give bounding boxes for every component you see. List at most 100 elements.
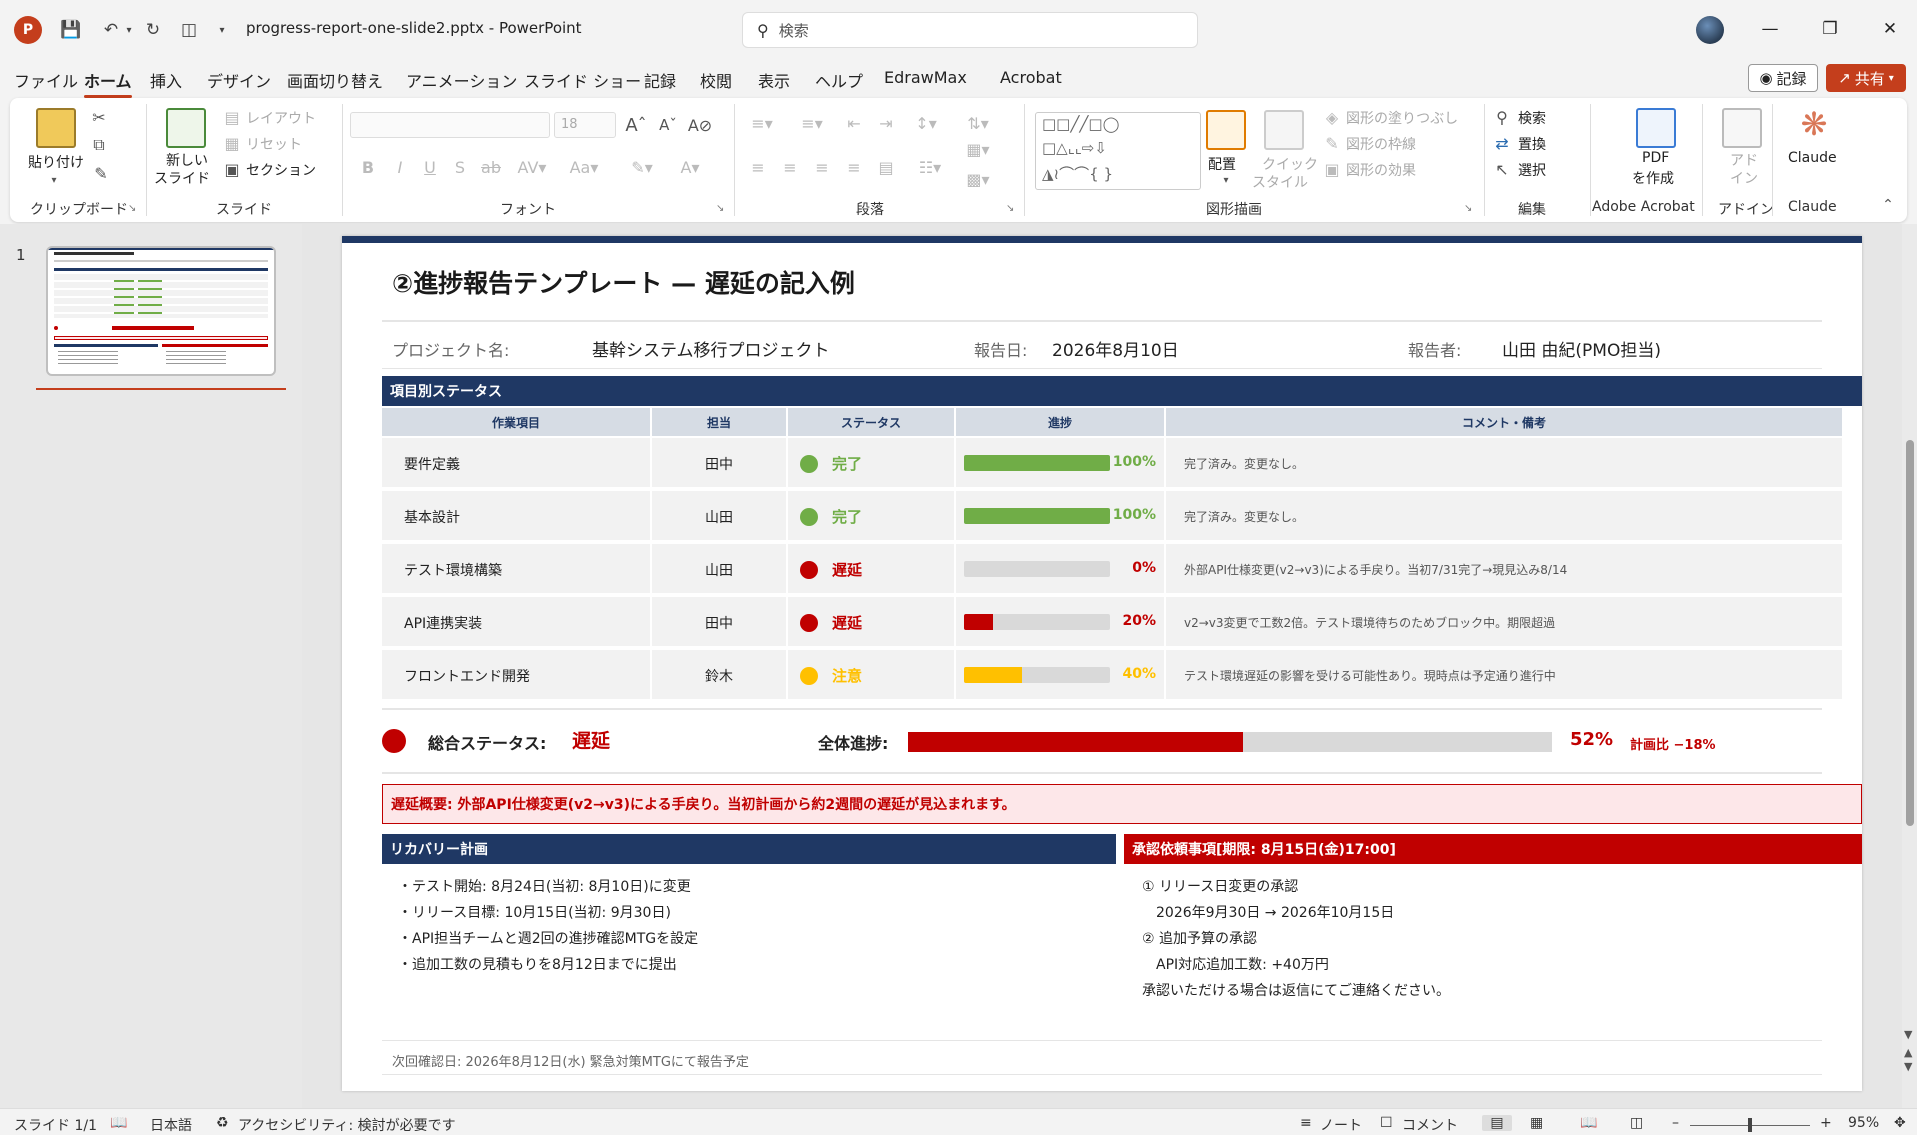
close-icon[interactable]: ✕ (1870, 14, 1910, 44)
chevron-down-icon[interactable]: ▾ (44, 172, 64, 188)
record-button[interactable]: ◉ 記録 (1748, 64, 1818, 92)
minimize-icon[interactable]: — (1750, 14, 1790, 44)
replace-button[interactable]: 置換 (1518, 134, 1546, 154)
format-painter-icon[interactable]: ✎ (90, 162, 112, 184)
paste-icon[interactable] (36, 108, 76, 148)
shape-effect-icon[interactable]: ▣ (1322, 160, 1342, 179)
replace-icon[interactable]: ⇄ (1492, 134, 1512, 153)
quick-style-button[interactable]: クイック (1262, 154, 1318, 174)
arrange-button[interactable]: 配置 (1208, 154, 1236, 174)
dialog-launcher-icon[interactable]: ↘ (1006, 203, 1014, 214)
strikethrough-icon[interactable]: ab (480, 156, 502, 178)
font-size-select[interactable]: 18 (554, 112, 616, 138)
tab-file[interactable]: ファイル (14, 68, 78, 92)
justify-icon[interactable]: ≡ (842, 156, 866, 178)
avatar[interactable] (1696, 16, 1724, 44)
addins-button[interactable]: アド (1730, 150, 1758, 170)
language-indicator[interactable]: 日本語 (150, 1115, 192, 1135)
redo-icon[interactable]: ↻ (140, 18, 166, 42)
tab-view[interactable]: 表示 (758, 68, 790, 92)
tab-animations[interactable]: アニメーション (406, 68, 517, 92)
tab-acrobat[interactable]: Acrobat (1000, 68, 1062, 87)
slideshow-view-icon[interactable]: ◫ (1630, 1115, 1643, 1131)
save-icon[interactable]: 💾 (58, 18, 84, 42)
tab-review[interactable]: 校閲 (700, 68, 732, 92)
search-box[interactable]: ⚲ 検索 (742, 12, 1198, 48)
italic-icon[interactable]: I (390, 156, 410, 178)
zoom-out-icon[interactable]: – (1672, 1115, 1679, 1131)
tab-record[interactable]: 記録 (644, 68, 676, 92)
underline-icon[interactable]: U (420, 156, 440, 178)
search-input[interactable]: 検索 (779, 20, 809, 41)
customize-toolbar-icon[interactable]: ▾ (214, 18, 230, 42)
shape-fill-icon[interactable]: ◈ (1322, 108, 1342, 127)
font-name-select[interactable] (350, 112, 550, 138)
accessibility-status[interactable]: アクセシビリティ: 検討が必要です (238, 1115, 456, 1135)
copy-icon[interactable]: ⧉ (88, 134, 110, 156)
create-pdf-button[interactable]: PDF (1642, 150, 1669, 166)
notes-button[interactable]: ノート (1320, 1115, 1362, 1135)
notes-icon[interactable]: ≡ (1300, 1115, 1312, 1131)
zoom-level[interactable]: 95% (1848, 1115, 1879, 1131)
tab-slideshow[interactable]: スライド ショー (524, 68, 641, 92)
numbering-icon[interactable]: ≡▾ (792, 112, 832, 134)
dialog-launcher-icon[interactable]: ↘ (716, 203, 724, 214)
clear-formatting-icon[interactable]: A⊘ (688, 112, 712, 138)
next-slide-icon[interactable]: ▼ (1904, 1060, 1912, 1073)
find-button[interactable]: 検索 (1518, 108, 1546, 128)
scroll-down-icon[interactable]: ▼ (1904, 1028, 1912, 1041)
reading-view-icon[interactable]: 📖 (1580, 1115, 1597, 1131)
tab-insert[interactable]: 挿入 (150, 68, 182, 92)
shape-fill-button[interactable]: 図形の塗りつぶし (1346, 108, 1458, 128)
select-icon[interactable]: ↖ (1492, 160, 1512, 179)
align-center-icon[interactable]: ≡ (778, 156, 802, 178)
undo-dropdown-icon[interactable]: ▾ (122, 18, 136, 42)
collapse-ribbon-icon[interactable]: ⌃ (1878, 196, 1898, 214)
find-icon[interactable]: ⚲ (1492, 108, 1512, 127)
shapes-gallery[interactable]: □□╱╱□◯ □△⌞⌞⇨⇩ ◮≀⌒⌒{ } (1035, 112, 1201, 190)
slide-title[interactable]: ②進捗報告テンプレート — 遅延の記入例 (392, 264, 855, 300)
select-button[interactable]: 選択 (1518, 160, 1546, 180)
align-text-icon[interactable]: ▦▾ (958, 138, 998, 160)
claude-icon[interactable]: ❋ (1796, 105, 1832, 143)
paste-button[interactable]: 貼り付け (28, 152, 84, 172)
arrange-icon[interactable] (1206, 110, 1246, 150)
dialog-launcher-icon[interactable]: ↘ (128, 203, 136, 214)
cut-icon[interactable]: ✂ (88, 106, 110, 128)
slide-thumbnail[interactable] (46, 246, 276, 376)
pdf-icon[interactable] (1636, 108, 1676, 148)
quick-style-icon[interactable] (1264, 110, 1304, 150)
tab-transitions[interactable]: 画面切り替え (287, 68, 383, 92)
undo-icon[interactable]: ↶ (98, 18, 124, 42)
tab-design[interactable]: デザイン (207, 68, 271, 92)
columns-icon[interactable]: ☷▾ (910, 156, 950, 178)
bold-icon[interactable]: B (358, 156, 378, 178)
highlight-icon[interactable]: ✎▾ (622, 156, 662, 178)
font-color-icon[interactable]: A▾ (670, 156, 710, 178)
comments-button[interactable]: コメント (1402, 1115, 1458, 1135)
reset-icon[interactable]: ▦ (222, 134, 242, 153)
align-right-icon[interactable]: ≡ (810, 156, 834, 178)
normal-view-icon[interactable]: ▤ (1482, 1115, 1512, 1131)
slideshow-from-start-icon[interactable]: ◫ (176, 18, 202, 42)
zoom-slider-thumb[interactable] (1748, 1118, 1752, 1132)
section-icon[interactable]: ▣ (222, 160, 242, 179)
change-case-icon[interactable]: Aa▾ (564, 156, 604, 178)
align-left-icon[interactable]: ≡ (746, 156, 770, 178)
addins-icon[interactable] (1722, 108, 1762, 148)
char-spacing-icon[interactable]: AV▾ (512, 156, 552, 178)
shape-outline-button[interactable]: 図形の枠線 (1346, 134, 1416, 154)
spellcheck-icon[interactable]: 📖 (110, 1115, 127, 1131)
claude-button[interactable]: Claude (1788, 150, 1837, 166)
layout-icon[interactable]: ▤ (222, 108, 242, 127)
comment-icon[interactable]: ☐ (1380, 1115, 1393, 1131)
chevron-down-icon[interactable]: ▾ (1216, 172, 1236, 188)
new-slide-icon[interactable] (166, 108, 206, 148)
bullets-icon[interactable]: ≡▾ (742, 112, 782, 134)
scrollbar-thumb[interactable] (1906, 440, 1914, 826)
tab-edrawmax[interactable]: EdrawMax (884, 68, 967, 87)
shrink-font-icon[interactable]: Aˇ (656, 112, 680, 138)
decrease-indent-icon[interactable]: ⇤ (842, 112, 866, 134)
zoom-in-icon[interactable]: + (1820, 1115, 1832, 1131)
accessibility-icon[interactable]: ♻ (216, 1115, 229, 1131)
